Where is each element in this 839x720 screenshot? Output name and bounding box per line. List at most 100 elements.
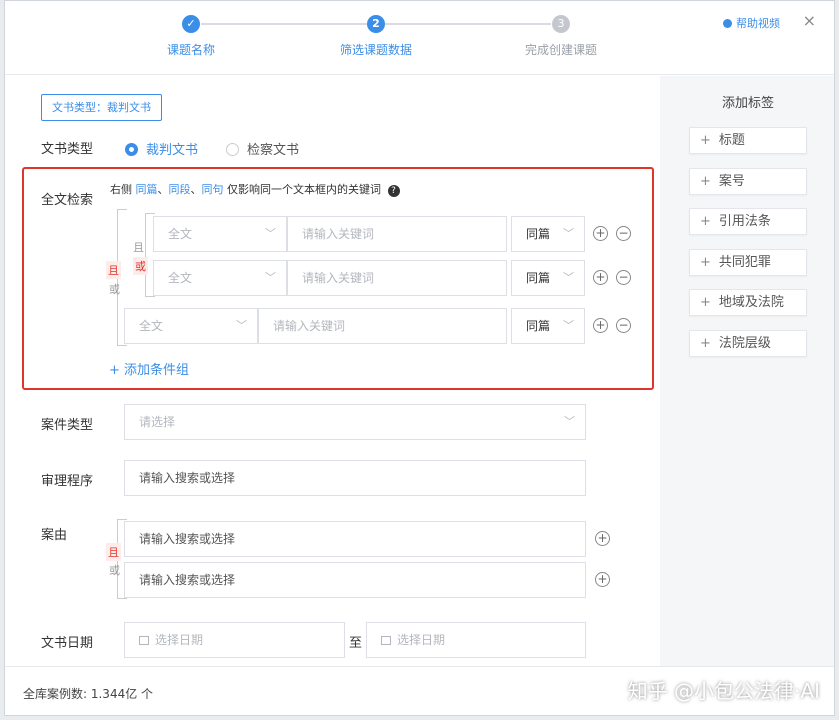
plus-icon: + (700, 214, 711, 229)
case-type-placeholder: 请选择 (139, 415, 176, 429)
create-topic-dialog: ✓ 课题名称 2 筛选课题数据 3 完成创建课题 帮助视频 × 添加标签 + 标题… (4, 0, 835, 716)
cause-input[interactable]: 请输入搜索或选择 (124, 521, 586, 557)
plus-icon: + (700, 295, 711, 310)
tag-title-button[interactable]: + 标题 (689, 127, 807, 154)
add-row-icon[interactable]: + (593, 226, 608, 241)
keyword-placeholder: 请输入关键词 (273, 319, 346, 333)
plus-icon: + (700, 336, 711, 351)
step-2: 2 筛选课题数据 (316, 15, 436, 58)
add-row-icon[interactable]: + (593, 270, 608, 285)
dialog-footer: 全库案例数: 1.344亿 个 知乎 @小包公法律·AI (5, 666, 834, 715)
step-1-check-icon: ✓ (182, 15, 200, 33)
date-from-placeholder: 选择日期 (155, 633, 204, 647)
case-type-select[interactable]: 请选择 ﹀ (124, 404, 586, 440)
help-question-icon[interactable]: ? (387, 185, 400, 197)
range-select[interactable]: 同篇 ﹀ (511, 216, 585, 252)
step-1: ✓ 课题名称 (131, 15, 251, 58)
plus-icon: + (700, 174, 711, 189)
tag-label: 引用法条 (718, 214, 771, 229)
scope-select[interactable]: 全文 ﹀ (153, 216, 287, 252)
chevron-down-icon: ﹀ (563, 271, 574, 284)
chevron-down-icon: ﹀ (564, 415, 575, 428)
case-type-label: 案件类型 (41, 418, 94, 433)
scope-select[interactable]: 全文 ﹀ (124, 308, 258, 344)
range-select[interactable]: 同篇 ﹀ (511, 260, 585, 296)
hint-link-same-doc[interactable]: 同篇 (136, 183, 158, 196)
step-2-label: 筛选课题数据 (339, 43, 412, 57)
cause-or-toggle[interactable]: 或 (109, 562, 120, 578)
tag-court-level-button[interactable]: + 法院层级 (689, 330, 807, 357)
outer-or-toggle[interactable]: 或 (109, 281, 120, 297)
radio-judgment[interactable]: 裁判文书 (125, 139, 198, 158)
tag-label: 法院层级 (718, 336, 771, 351)
tag-joint-crime-button[interactable]: + 共同犯罪 (689, 249, 807, 276)
radio-procuratorate-label: 检察文书 (247, 143, 300, 158)
hint-link-same-sentence[interactable]: 同句 (202, 183, 224, 196)
keyword-input[interactable]: 请输入关键词 (258, 308, 507, 344)
keyword-input[interactable]: 请输入关键词 (287, 216, 507, 252)
date-from-input[interactable]: 选择日期 (124, 622, 345, 658)
tag-panel-title: 添加标签 (721, 96, 774, 111)
keyword-placeholder: 请输入关键词 (302, 271, 375, 285)
range-select[interactable]: 同篇 ﹀ (511, 308, 585, 344)
fulltext-label: 全文检索 (41, 193, 94, 208)
remove-row-icon[interactable]: − (616, 226, 631, 241)
chevron-down-icon: ﹀ (265, 271, 276, 284)
step-indicator: ✓ 课题名称 2 筛选课题数据 3 完成创建课题 帮助视频 × (5, 1, 834, 75)
scope-select-value: 全文 (139, 319, 164, 333)
tag-label: 地域及法院 (718, 295, 784, 310)
hint-suffix: 仅影响同一个文本框内的关键词 (227, 183, 381, 196)
range-select-value: 同篇 (526, 319, 551, 333)
cause-and-toggle[interactable]: 且 (106, 543, 121, 561)
tag-label: 共同犯罪 (718, 255, 771, 270)
radio-procuratorate[interactable]: 检察文书 (226, 139, 299, 158)
tag-label: 标题 (718, 133, 745, 148)
remove-row-icon[interactable]: − (616, 318, 631, 333)
plus-icon: + (700, 255, 711, 270)
hint-link-same-para[interactable]: 同段 (169, 183, 191, 196)
inner-and-toggle[interactable]: 且 (133, 239, 144, 255)
radio-checked-icon (125, 143, 138, 156)
remove-row-icon[interactable]: − (616, 270, 631, 285)
plus-icon: + (700, 133, 711, 148)
procedure-label: 审理程序 (41, 474, 94, 489)
help-video-link[interactable]: 帮助视频 (723, 15, 780, 31)
step-3-number: 3 (552, 15, 570, 33)
play-icon (723, 19, 732, 28)
radio-judgment-label: 裁判文书 (146, 143, 199, 158)
add-row-icon[interactable]: + (593, 318, 608, 333)
range-select-value: 同篇 (526, 271, 551, 285)
chevron-down-icon: ﹀ (236, 319, 247, 332)
procedure-input[interactable]: 请输入搜索或选择 (124, 460, 586, 496)
outer-and-toggle[interactable]: 且 (106, 261, 121, 279)
calendar-icon (381, 636, 391, 645)
scope-select-value: 全文 (168, 227, 193, 241)
add-condition-group-button[interactable]: + 添加条件组 (109, 359, 189, 378)
scope-select[interactable]: 全文 ﹀ (153, 260, 287, 296)
date-to-input[interactable]: 选择日期 (366, 622, 586, 658)
radio-unchecked-icon (226, 143, 239, 156)
keyword-input[interactable]: 请输入关键词 (287, 260, 507, 296)
tag-case-number-button[interactable]: + 案号 (689, 168, 807, 195)
add-row-icon[interactable]: + (595, 531, 610, 546)
doc-type-tag[interactable]: 文书类型：裁判文书 (41, 94, 162, 121)
case-count: 全库案例数: 1.344亿 个 (23, 687, 154, 701)
close-icon[interactable]: × (803, 11, 816, 30)
chevron-down-icon: ﹀ (265, 227, 276, 240)
scope-select-value: 全文 (168, 271, 193, 285)
calendar-icon (139, 636, 149, 645)
hint-prefix: 右侧 (110, 183, 132, 196)
watermark: 知乎 @小包公法律·AI (627, 679, 820, 703)
date-to-placeholder: 选择日期 (397, 633, 446, 647)
cause-placeholder: 请输入搜索或选择 (139, 573, 236, 587)
tag-cited-law-button[interactable]: + 引用法条 (689, 208, 807, 235)
cause-input[interactable]: 请输入搜索或选择 (124, 562, 586, 598)
step-3-label: 完成创建课题 (524, 43, 597, 57)
tag-region-court-button[interactable]: + 地域及法院 (689, 289, 807, 316)
inner-or-toggle[interactable]: 或 (133, 257, 148, 275)
range-select-value: 同篇 (526, 227, 551, 241)
date-separator: 至 (349, 636, 363, 651)
plus-icon: + (109, 363, 125, 378)
chevron-down-icon: ﹀ (563, 227, 574, 240)
add-row-icon[interactable]: + (595, 572, 610, 587)
